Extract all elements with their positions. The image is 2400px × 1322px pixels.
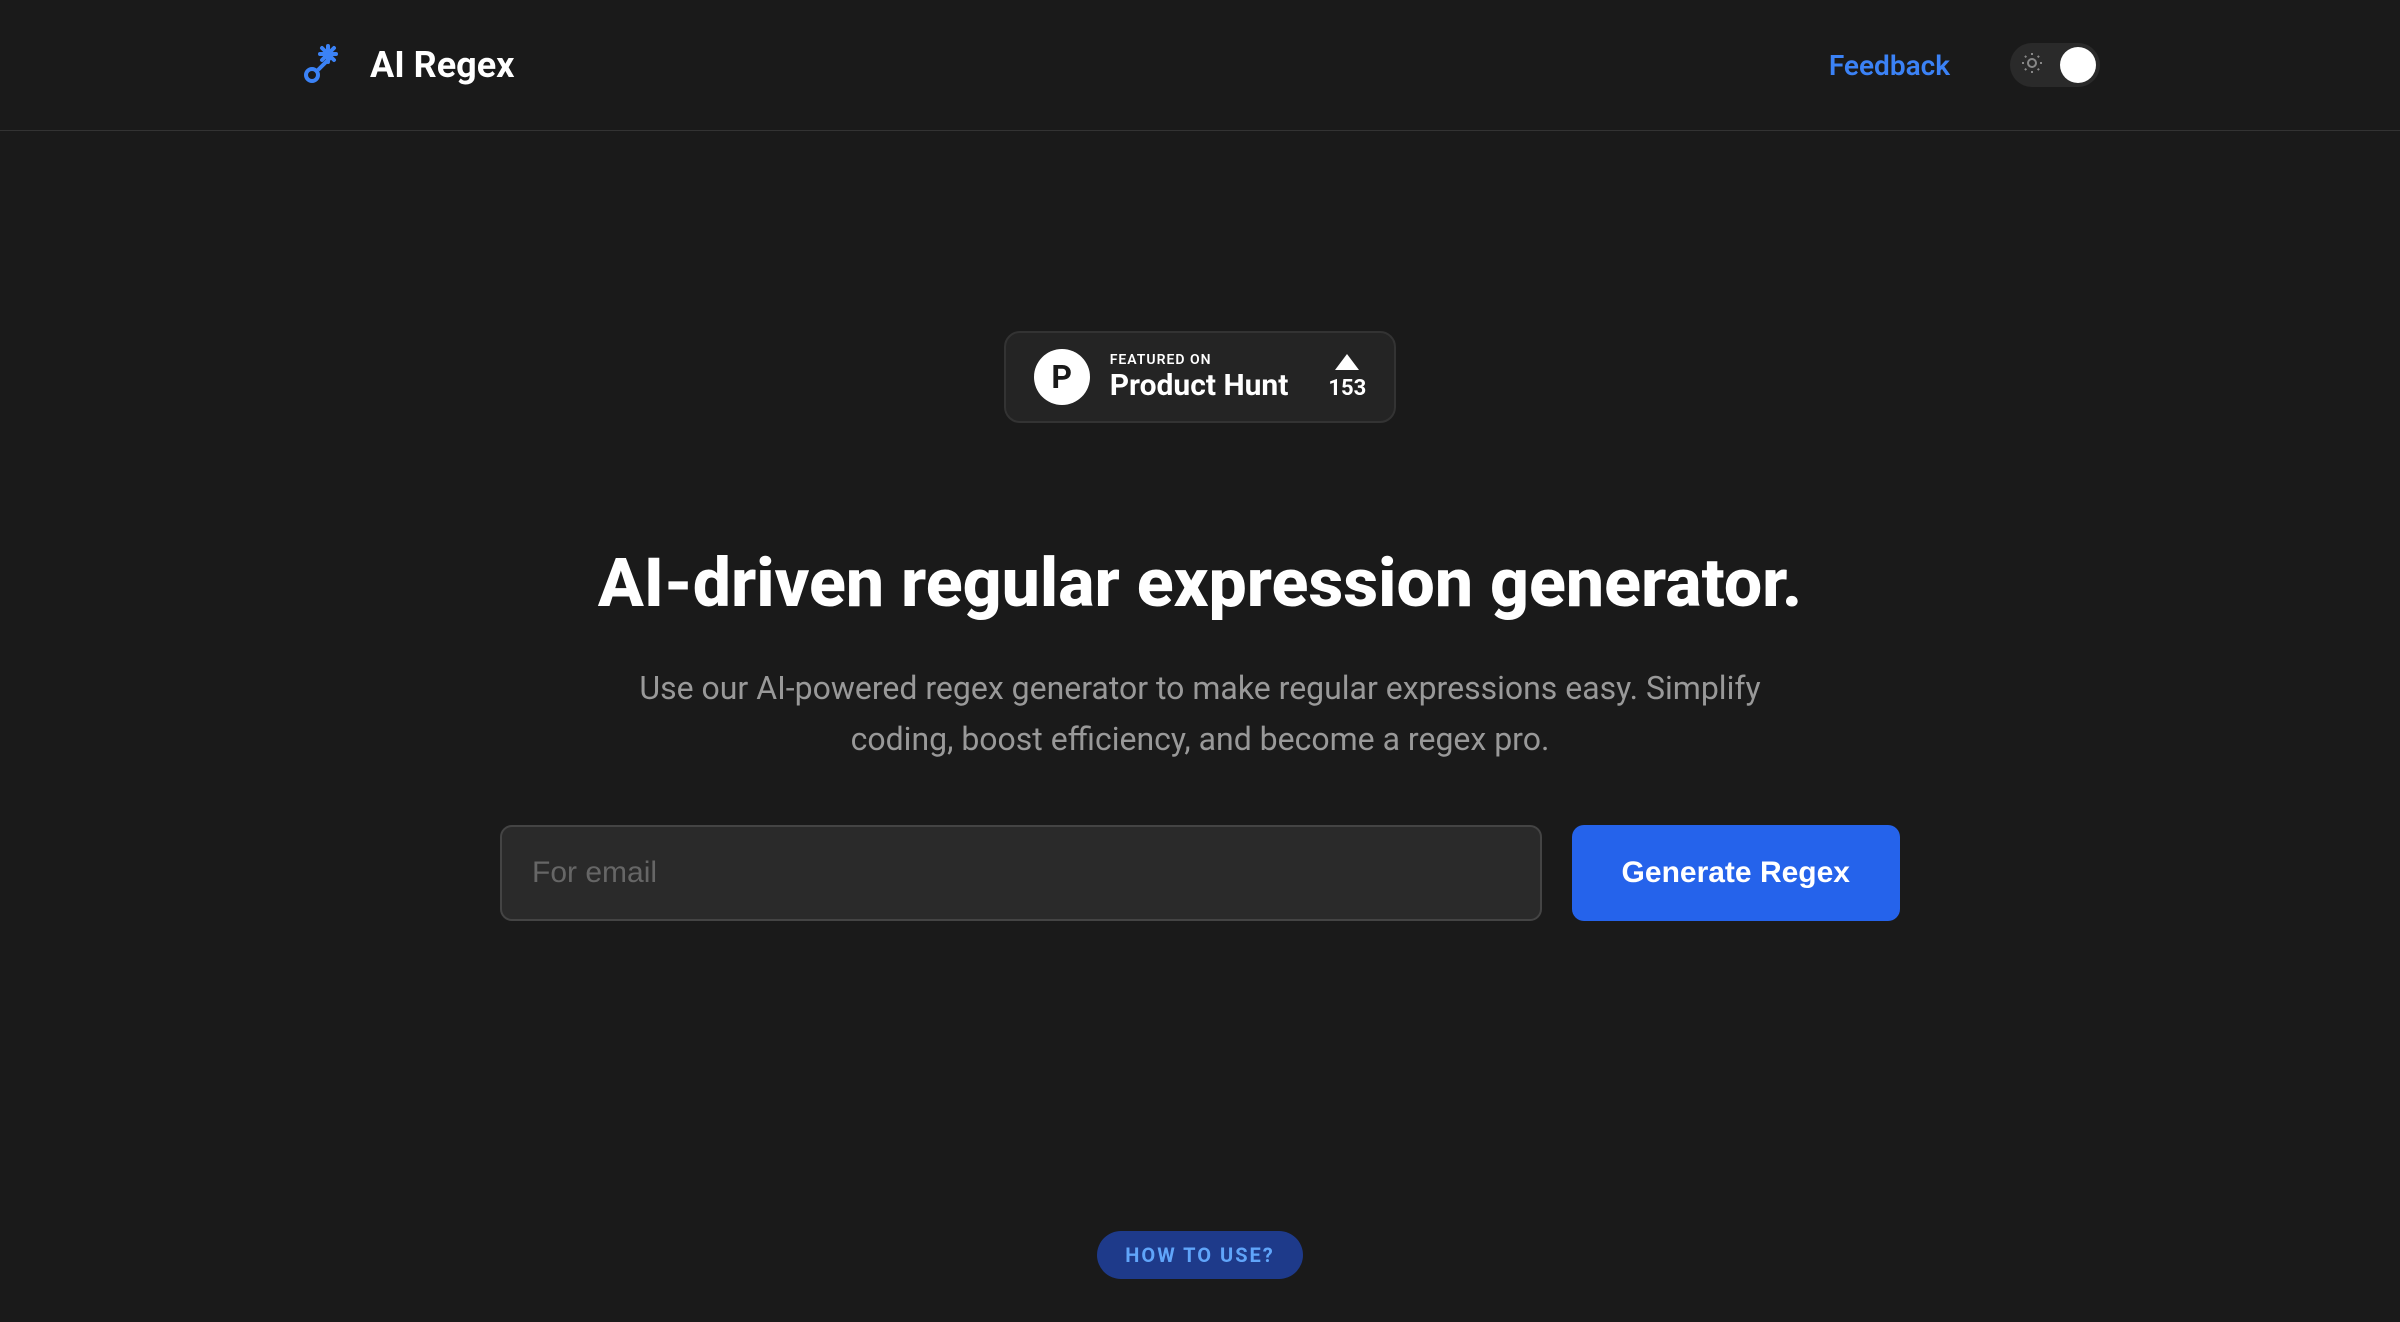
logo-icon <box>300 40 350 90</box>
upvote-triangle-icon <box>1335 354 1359 370</box>
product-hunt-logo-icon: P <box>1034 349 1090 405</box>
hero-description: Use our AI-powered regex generator to ma… <box>600 663 1800 765</box>
header-right: Feedback <box>1829 43 2100 87</box>
product-hunt-badge[interactable]: P FEATURED ON Product Hunt 153 <box>1004 331 1397 423</box>
how-to-use-badge[interactable]: HOW TO USE? <box>1097 1231 1302 1279</box>
product-hunt-name: Product Hunt <box>1110 368 1289 403</box>
app-title: AI Regex <box>370 44 515 86</box>
theme-toggle[interactable] <box>2010 43 2100 87</box>
toggle-knob <box>2060 47 2096 83</box>
product-hunt-upvote: 153 <box>1328 354 1366 401</box>
header-left: AI Regex <box>300 40 515 90</box>
product-hunt-featured-label: FEATURED ON <box>1110 352 1289 368</box>
regex-input[interactable] <box>500 825 1542 921</box>
input-row: Generate Regex <box>500 825 1900 921</box>
product-hunt-text: FEATURED ON Product Hunt <box>1110 352 1289 403</box>
main-content: P FEATURED ON Product Hunt 153 AI-driven… <box>0 131 2400 1279</box>
sun-icon <box>2020 51 2044 79</box>
upvote-count: 153 <box>1328 376 1366 401</box>
hero-title: AI-driven regular expression generator. <box>598 543 1802 623</box>
header: AI Regex Feedback <box>0 0 2400 131</box>
generate-button[interactable]: Generate Regex <box>1572 825 1900 921</box>
feedback-link[interactable]: Feedback <box>1829 49 1950 82</box>
